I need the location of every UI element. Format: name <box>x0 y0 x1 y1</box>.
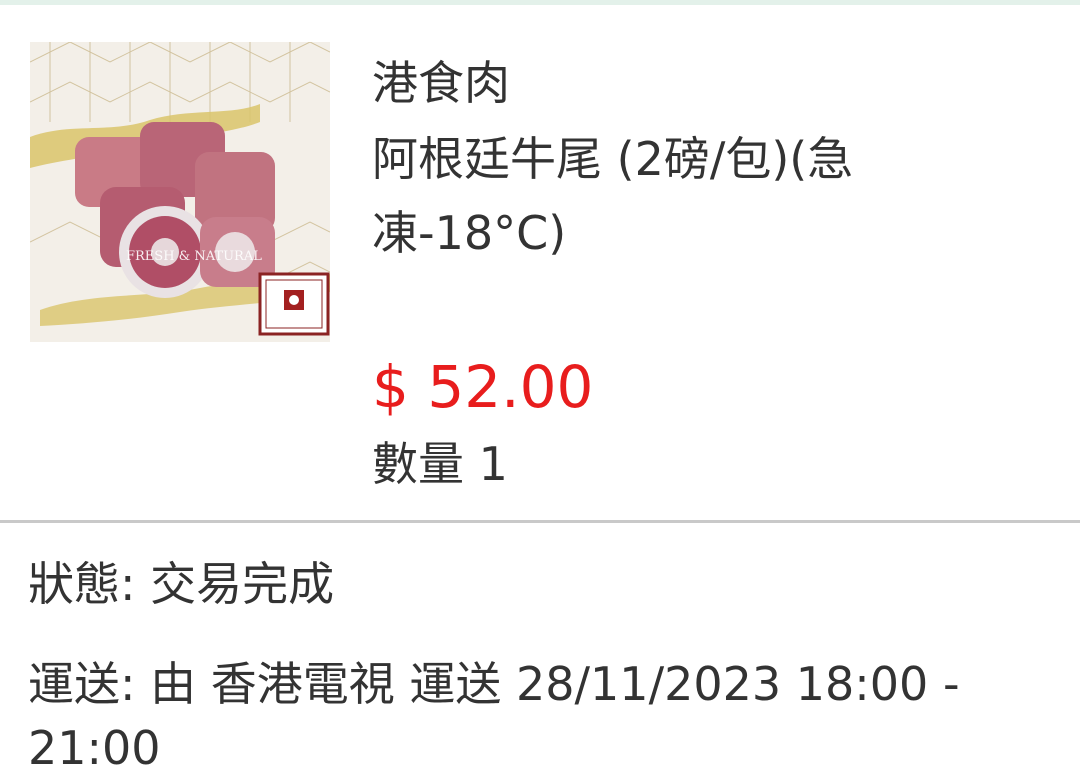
delivery-label: 運送: <box>28 657 136 711</box>
store-name: 港食肉 <box>372 56 510 110</box>
delivery-info: 運送: 由 香港電視 運送 28/11/2023 18:00 - 21:00 <box>28 652 1058 780</box>
item-price: $ 52.00 <box>372 353 594 421</box>
quantity-value: 1 <box>478 437 508 491</box>
product-name[interactable]: 阿根廷牛尾 (2磅/包)(急凍-18°C) <box>372 122 972 270</box>
product-image-art: FRESH & NATURAL <box>30 42 330 342</box>
quantity-row: 數量 1 <box>372 432 508 496</box>
order-item-card[interactable]: FRESH & NATURAL 港食肉 阿根廷牛尾 (2磅/包)(急凍-18°C… <box>0 5 1080 520</box>
product-image-watermark: FRESH & NATURAL <box>126 249 262 264</box>
quantity-label: 數量 <box>372 437 464 491</box>
delivery-action: 運送 <box>409 657 502 711</box>
product-image[interactable]: FRESH & NATURAL <box>30 42 330 342</box>
brand-seal-logo <box>258 272 330 336</box>
section-divider <box>0 520 1080 523</box>
status-label: 狀態: <box>28 557 136 611</box>
order-status: 狀態: 交易完成 <box>28 552 334 616</box>
delivery-carrier: 香港電視 <box>210 657 395 711</box>
status-value: 交易完成 <box>150 557 335 611</box>
delivery-by: 由 <box>150 657 197 711</box>
